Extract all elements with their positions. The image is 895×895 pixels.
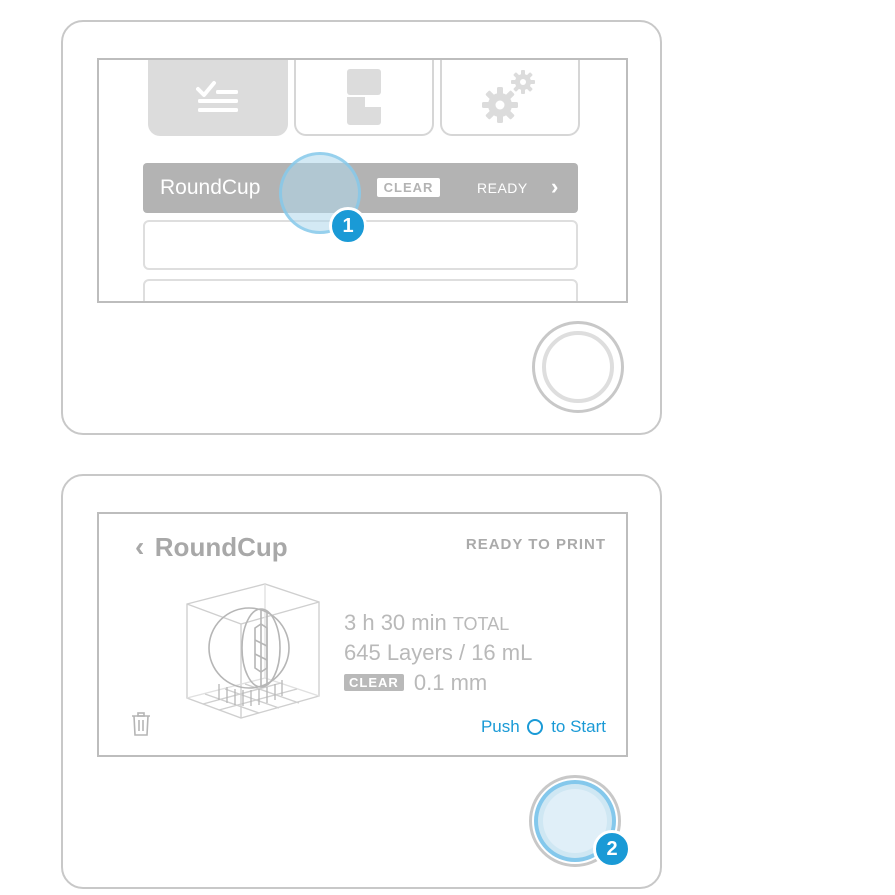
step-badge-1: 1 <box>329 207 367 245</box>
job-row-empty[interactable] <box>143 279 578 301</box>
tab-job-queue[interactable] <box>148 60 288 136</box>
printer-device-step-1: RoundCup CLEAR READY › 1 <box>61 20 662 435</box>
print-status: READY TO PRINT <box>465 536 606 553</box>
settings-gears-icon <box>482 70 535 123</box>
push-to-start-hint: Push to Start <box>481 717 606 737</box>
layers-volume: 645 Layers / 16 mL <box>344 640 533 665</box>
tab-resin-tank[interactable] <box>294 60 434 136</box>
printer-device-step-2: ‹ RoundCup READY TO PRINT 3 h 30 min TOT… <box>61 474 662 889</box>
start-button[interactable] <box>532 321 624 413</box>
page-title: RoundCup <box>154 532 288 562</box>
material-row: CLEAR 0.1 mm <box>344 670 487 696</box>
push-label: Push <box>480 717 520 736</box>
job-name: RoundCup <box>160 176 261 199</box>
step-badge-2: 2 <box>593 830 631 868</box>
print-time: 3 h 30 min TOTAL <box>344 610 509 636</box>
print-time-value: 3 h 30 min <box>344 610 447 635</box>
trash-icon[interactable] <box>131 712 151 736</box>
touchscreen-step-2: ‹ RoundCup READY TO PRINT 3 h 30 min TOT… <box>97 512 628 757</box>
start-label: to Start <box>551 717 606 736</box>
back-button[interactable]: ‹ RoundCup <box>135 530 288 564</box>
start-button-ring <box>542 331 614 403</box>
part-preview-icon <box>186 583 320 719</box>
tab-settings[interactable] <box>440 60 580 136</box>
touchscreen-step-1: RoundCup CLEAR READY › <box>97 58 628 303</box>
chevron-left-icon: ‹ <box>135 531 145 562</box>
material-badge: CLEAR <box>344 674 404 691</box>
chevron-right-icon: › <box>551 174 559 199</box>
start-button-glyph-icon <box>527 719 544 735</box>
job-status: READY <box>477 180 528 196</box>
job-queue-icon <box>196 81 238 112</box>
material-badge: CLEAR <box>377 178 440 197</box>
layer-height: 0.1 mm <box>413 670 488 695</box>
resin-tank-icon <box>347 69 381 125</box>
print-time-suffix: TOTAL <box>452 614 510 634</box>
